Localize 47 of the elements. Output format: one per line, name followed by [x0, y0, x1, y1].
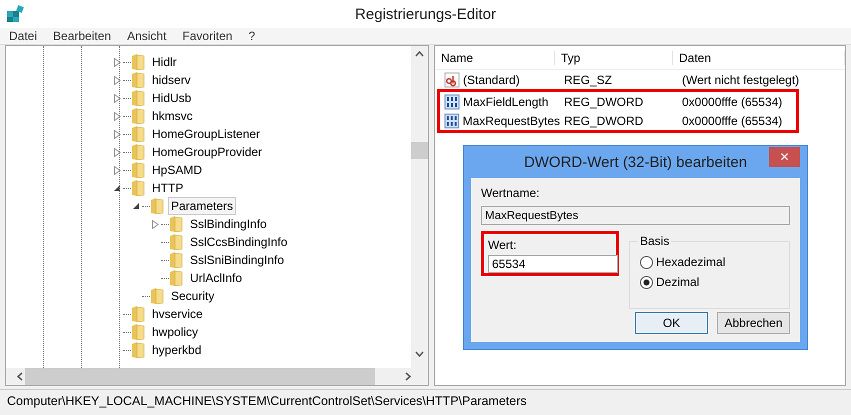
column-header[interactable]: Daten — [673, 50, 845, 64]
column-header[interactable]: Name — [435, 50, 555, 64]
table-cell[interactable]: (Standard) — [440, 72, 560, 88]
tree-item[interactable]: hyperkbd — [149, 341, 204, 359]
tree-item[interactable]: hidserv — [149, 71, 194, 89]
table-cell-text: REG_SZ — [563, 72, 614, 86]
column-header[interactable]: Typ — [555, 50, 673, 64]
table-cell-text: REG_DWORD — [563, 114, 644, 128]
menu-item[interactable]: Ansicht — [127, 29, 166, 43]
tree-item[interactable]: SslSniBindingInfo — [187, 251, 288, 269]
value-field[interactable]: 65534 — [488, 255, 618, 273]
table-cell[interactable]: MaxFieldLength — [440, 94, 560, 110]
radio-option[interactable]: Dezimal — [640, 272, 700, 292]
tree-item[interactable]: hvservice — [149, 305, 206, 323]
window-title: Registrierungs-Editor — [355, 6, 496, 22]
table-cell-text: 0x0000fffe (65534) — [681, 94, 784, 108]
menu-item[interactable]: ? — [248, 29, 256, 43]
tree-item[interactable]: hwpolicy — [149, 323, 202, 341]
dialog-title: DWORD-Wert (32-Bit) bearbeiten — [524, 154, 748, 170]
menu-item[interactable]: Favoriten — [182, 29, 232, 43]
tree-item[interactable]: hkmsvc — [149, 107, 196, 125]
tree-item[interactable]: Parameters — [168, 197, 236, 215]
menu-item[interactable]: Datei — [9, 29, 38, 43]
tree-item[interactable]: Hidlr — [149, 53, 180, 71]
dialog-button[interactable]: OK — [635, 312, 708, 334]
tree-item[interactable]: SslCcsBindingInfo — [187, 233, 290, 251]
tree-item[interactable]: HomeGroupProvider — [149, 143, 266, 161]
table-cell-text: (Wert nicht festgelegt) — [681, 72, 800, 86]
dialog-button[interactable]: Abbrechen — [717, 312, 790, 334]
tree-item[interactable]: HTTP — [149, 179, 186, 197]
radio-option[interactable]: Hexadezimal — [640, 252, 726, 272]
group-label: Basis — [638, 234, 672, 248]
tree-item[interactable]: HomeGroupListener — [149, 125, 264, 143]
field-label: Wert: — [488, 238, 518, 252]
tree-item[interactable]: UrlAclInfo — [187, 269, 246, 287]
status-bar: Computer\HKEY_LOCAL_MACHINE\SYSTEM\CurrentControlSet\Services\HTTP\Parameters — [0, 389, 851, 412]
tree-item[interactable]: HpSAMD — [149, 161, 206, 179]
tree-item[interactable]: Security — [168, 287, 218, 305]
value-name-field[interactable]: MaxRequestBytes — [481, 206, 790, 225]
close-button[interactable]: ✕ — [769, 147, 800, 167]
table-cell[interactable]: MaxRequestBytes — [440, 112, 560, 128]
table-cell-text: 0x0000fffe (65534) — [681, 114, 784, 128]
menu-item[interactable]: Bearbeiten — [53, 29, 112, 43]
tree-item[interactable]: SslBindingInfo — [187, 215, 270, 233]
tree-item[interactable]: HidUsb — [149, 89, 194, 107]
table-cell-text: REG_DWORD — [563, 94, 644, 108]
field-label: Wertname: — [481, 186, 540, 200]
